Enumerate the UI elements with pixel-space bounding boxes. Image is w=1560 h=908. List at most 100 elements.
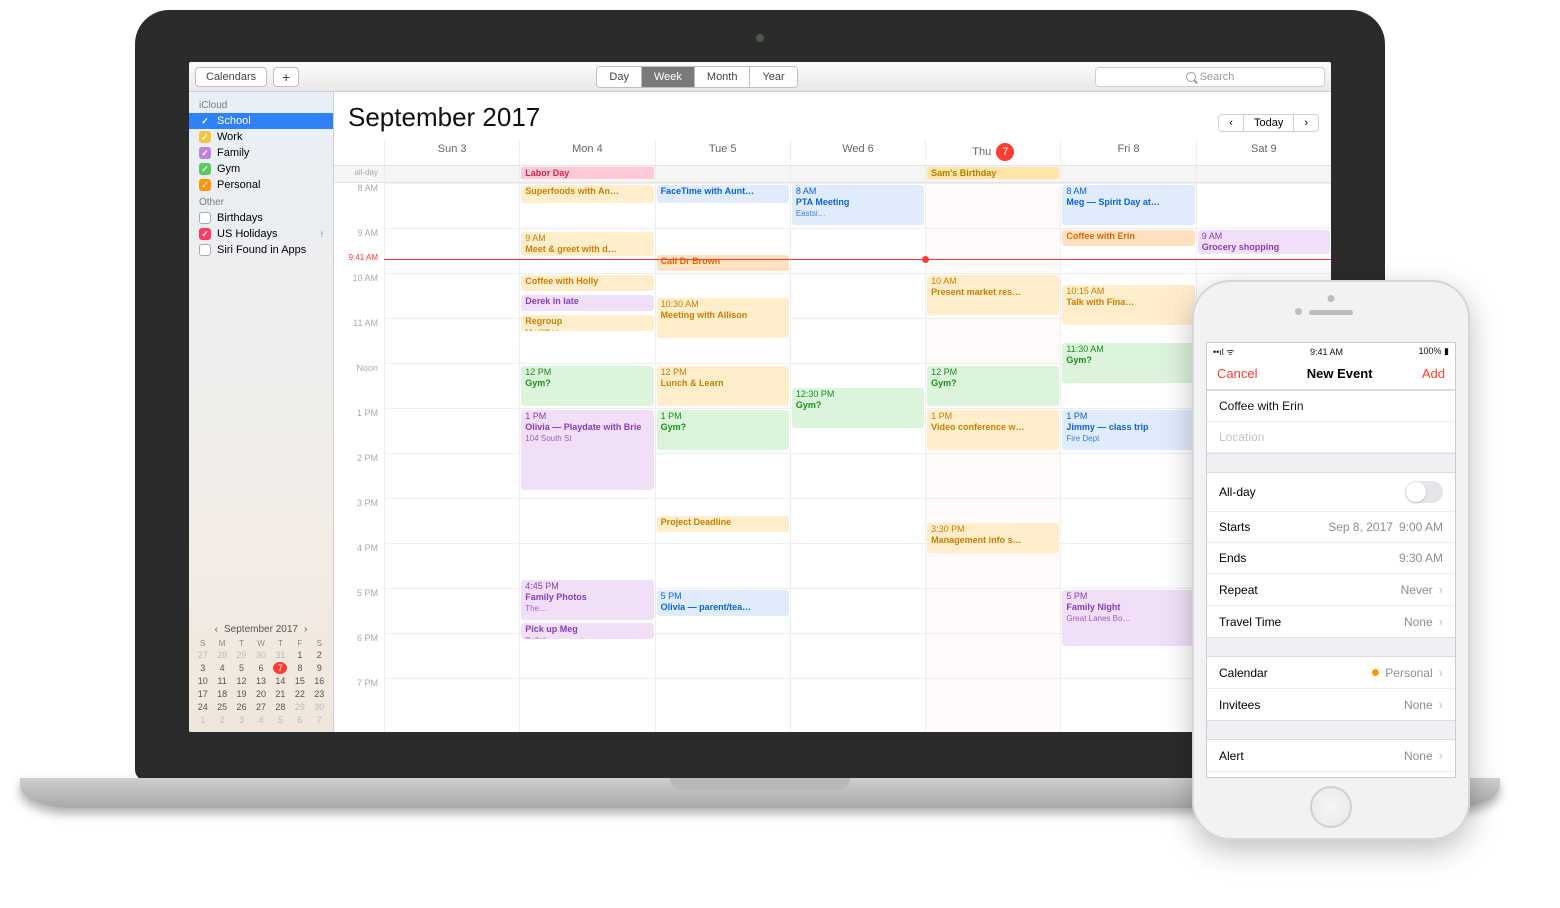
prev-week-button[interactable]: ‹ xyxy=(1219,115,1244,131)
calendar-event[interactable]: 12 PM Lunch & Learn xyxy=(657,366,789,406)
row-alert[interactable]: AlertNone› xyxy=(1207,740,1455,772)
mini-day[interactable]: 6 xyxy=(251,662,270,674)
mini-day[interactable]: 27 xyxy=(193,649,212,661)
row-calendar[interactable]: CalendarPersonal› xyxy=(1207,657,1455,689)
mini-day[interactable]: 2 xyxy=(212,714,231,726)
calendar-event[interactable]: 12 PM Gym? xyxy=(927,366,1059,406)
mini-day[interactable]: 26 xyxy=(232,701,251,713)
mini-day[interactable]: 17 xyxy=(193,688,212,700)
mini-prev-button[interactable]: ‹ xyxy=(215,624,218,635)
mini-day[interactable]: 15 xyxy=(290,675,309,687)
add-button[interactable]: Add xyxy=(1422,366,1445,381)
mini-day[interactable]: 16 xyxy=(310,675,329,687)
day-column[interactable]: 10 AM Present market res…12 PM Gym?1 PM … xyxy=(925,183,1060,732)
event-location-input[interactable]: Location xyxy=(1207,422,1455,453)
mini-day[interactable]: 22 xyxy=(290,688,309,700)
calendar-event[interactable]: RegroupMy Office xyxy=(521,315,653,331)
calendar-event[interactable]: FaceTime with Aunt… xyxy=(657,185,789,203)
mini-day[interactable]: 12 xyxy=(232,675,251,687)
view-week[interactable]: Week xyxy=(642,67,695,87)
mini-day[interactable]: 6 xyxy=(290,714,309,726)
mini-day[interactable]: 27 xyxy=(251,701,270,713)
calendars-button[interactable]: Calendars xyxy=(195,67,267,87)
mini-day[interactable]: 29 xyxy=(290,701,309,713)
mini-day[interactable]: 29 xyxy=(232,649,251,661)
mini-day[interactable]: 30 xyxy=(310,701,329,713)
row-allday[interactable]: All-day xyxy=(1207,473,1455,512)
home-button[interactable] xyxy=(1310,786,1352,828)
day-column[interactable]: 8 AM Meg — Spirit Day at… Coffee with Eri… xyxy=(1060,183,1195,732)
row-repeat[interactable]: RepeatNever› xyxy=(1207,574,1455,606)
sidebar-item-school[interactable]: ✓School xyxy=(189,113,333,129)
mini-day[interactable]: 7 xyxy=(310,714,329,726)
calendar-event[interactable]: Call Dr Brown xyxy=(657,255,789,271)
calendar-event[interactable]: 11:30 AM Gym? xyxy=(1062,343,1194,383)
calendar-event[interactable]: 5 PM Olivia — parent/tea… xyxy=(657,590,789,616)
cancel-button[interactable]: Cancel xyxy=(1217,366,1257,381)
sidebar-item-personal[interactable]: ✓Personal xyxy=(189,177,333,193)
sidebar-item-work[interactable]: ✓Work xyxy=(189,129,333,145)
calendar-event[interactable]: 10:30 AM Meeting with Allison xyxy=(657,298,789,338)
calendar-event[interactable]: 12:30 PM Gym? xyxy=(792,388,924,428)
calendar-event[interactable]: 10:15 AM Talk with Fina… xyxy=(1062,285,1194,325)
sidebar-item-holidays[interactable]: ✓US Holidays⟊ xyxy=(189,226,333,242)
calendar-event[interactable]: 9 AM Meet & greet with d… xyxy=(521,232,653,256)
allday-event[interactable]: Sam's Birthday xyxy=(927,167,1059,179)
calendar-event[interactable]: Coffee with Holly xyxy=(521,275,653,291)
mini-day[interactable]: 23 xyxy=(310,688,329,700)
mini-day[interactable]: 14 xyxy=(271,675,290,687)
mini-day[interactable]: 24 xyxy=(193,701,212,713)
mini-day[interactable]: 10 xyxy=(193,675,212,687)
next-week-button[interactable]: › xyxy=(1294,115,1318,131)
calendar-event[interactable]: 1 PM Jimmy — class tripFire Dept xyxy=(1062,410,1194,450)
today-button[interactable]: Today xyxy=(1244,115,1294,131)
calendar-event[interactable]: Derek in late xyxy=(521,295,653,311)
mini-day[interactable]: 18 xyxy=(212,688,231,700)
mini-day[interactable]: 1 xyxy=(290,649,309,661)
calendar-event[interactable]: 12 PM Gym? xyxy=(521,366,653,406)
row-starts[interactable]: StartsSep 8, 20179:00 AM xyxy=(1207,512,1455,543)
mini-day[interactable]: 2 xyxy=(310,649,329,661)
mini-day[interactable]: 7 xyxy=(273,662,287,674)
mini-day[interactable]: 4 xyxy=(251,714,270,726)
mini-day[interactable]: 30 xyxy=(251,649,270,661)
allday-event[interactable]: Labor Day xyxy=(521,167,653,179)
mini-day[interactable]: 13 xyxy=(251,675,270,687)
view-year[interactable]: Year xyxy=(750,67,796,87)
search-input[interactable]: Search xyxy=(1095,67,1325,87)
mini-day[interactable]: 28 xyxy=(212,649,231,661)
event-title-input[interactable]: Coffee with Erin xyxy=(1207,391,1455,422)
calendar-event[interactable]: 5 PM Family NightGreat Lanes Bo… xyxy=(1062,590,1194,646)
mini-day[interactable]: 25 xyxy=(212,701,231,713)
mini-day[interactable]: 1 xyxy=(193,714,212,726)
day-column[interactable]: Superfoods with An… 9 AM Meet & greet wit… xyxy=(519,183,654,732)
mini-day[interactable]: 3 xyxy=(232,714,251,726)
day-column[interactable] xyxy=(384,183,519,732)
sidebar-item-gym[interactable]: ✓Gym xyxy=(189,161,333,177)
view-month[interactable]: Month xyxy=(695,67,751,87)
sidebar-item-birthdays[interactable]: ✓Birthdays xyxy=(189,210,333,226)
mini-next-button[interactable]: › xyxy=(304,624,307,635)
calendar-event[interactable]: 8 AM PTA MeetingEastsi… xyxy=(792,185,924,225)
mini-day[interactable]: 8 xyxy=(290,662,309,674)
mini-day[interactable]: 28 xyxy=(271,701,290,713)
mini-day[interactable]: 4 xyxy=(212,662,231,674)
view-day[interactable]: Day xyxy=(597,67,642,87)
calendar-event[interactable]: 8 AM Meg — Spirit Day at… xyxy=(1062,185,1194,225)
add-event-button[interactable]: + xyxy=(273,67,299,87)
mini-day[interactable]: 19 xyxy=(232,688,251,700)
mini-day[interactable]: 20 xyxy=(251,688,270,700)
calendar-event[interactable]: 1 PM Video conference w… xyxy=(927,410,1059,450)
sidebar-item-siri[interactable]: ✓Siri Found in Apps xyxy=(189,242,333,258)
calendar-event[interactable]: Coffee with Erin xyxy=(1062,230,1194,246)
mini-day[interactable]: 31 xyxy=(271,649,290,661)
calendar-event[interactable]: 1 PM Olivia — Playdate with Brie104 Sout… xyxy=(521,410,653,490)
mini-day[interactable]: 11 xyxy=(212,675,231,687)
calendar-event[interactable]: 9 AM Grocery shopping xyxy=(1198,230,1330,254)
day-column[interactable]: FaceTime with Aunt… Call Dr Brown 10:30 AM… xyxy=(655,183,790,732)
row-invitees[interactable]: InviteesNone› xyxy=(1207,689,1455,720)
row-ends[interactable]: Ends9:30 AM xyxy=(1207,543,1455,574)
calendar-event[interactable]: Superfoods with An… xyxy=(521,185,653,203)
mini-day[interactable]: 5 xyxy=(232,662,251,674)
sidebar-item-family[interactable]: ✓Family xyxy=(189,145,333,161)
